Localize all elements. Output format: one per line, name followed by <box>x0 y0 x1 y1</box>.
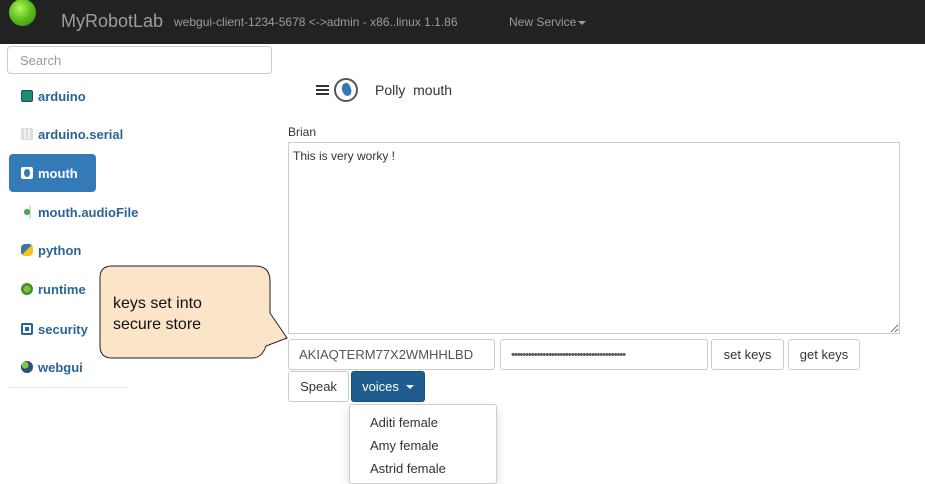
sidebar-item-arduino-serial[interactable]: arduino.serial <box>9 115 123 153</box>
webgui-icon <box>21 361 33 373</box>
voice-name-label: Brian <box>288 125 317 139</box>
polly-icon <box>21 167 33 179</box>
sidebar-item-label: webgui <box>38 359 83 375</box>
audio-icon <box>21 206 33 218</box>
sidebar-item-arduino[interactable]: arduino <box>9 77 86 115</box>
voices-label: voices <box>362 379 399 394</box>
caret-down-icon <box>578 20 587 25</box>
arduino-icon <box>21 90 33 102</box>
voice-option[interactable]: Amy female <box>370 438 439 453</box>
myrobotlab-logo-icon[interactable] <box>9 0 36 26</box>
sidebar-item-python[interactable]: python <box>9 231 81 269</box>
security-icon <box>21 323 33 335</box>
callout-text: keys set into secure store <box>113 293 202 335</box>
service-header: Polly mouth <box>316 78 452 102</box>
voice-option[interactable]: Astrid female <box>370 461 446 476</box>
secret-key-input[interactable] <box>500 339 708 370</box>
sidebar-divider <box>9 387 128 388</box>
caret-down-icon <box>405 384 414 389</box>
sidebar-item-label: runtime <box>38 281 86 297</box>
page-title: Polly mouth <box>375 82 453 98</box>
callout-line-1: keys set into <box>113 295 202 312</box>
sidebar-item-label: security <box>38 321 88 337</box>
voice-option[interactable]: Aditi female <box>370 415 438 430</box>
voices-dropdown-button[interactable]: voices <box>351 371 425 402</box>
set-keys-button[interactable]: set keys <box>711 339 784 370</box>
sidebar-item-label: arduino <box>38 88 86 104</box>
speech-textarea[interactable]: This is very worky ! <box>288 142 900 334</box>
sidebar-item-label: mouth <box>38 165 78 181</box>
sidebar-item-security[interactable]: security <box>9 310 88 348</box>
sidebar-item-label: python <box>38 242 82 258</box>
connection-info: webgui-client-1234-5678 <->admin - x86..… <box>174 15 458 29</box>
voices-dropdown-menu: Aditi female Amy female Astrid female <box>349 404 497 484</box>
callout-line-2: secure store <box>113 316 202 333</box>
sidebar-item-mouth-audiofile[interactable]: mouth.audioFile <box>9 193 138 231</box>
speak-button[interactable]: Speak <box>288 371 349 402</box>
new-service-label: New Service <box>509 15 577 29</box>
get-keys-button[interactable]: get keys <box>788 339 860 370</box>
polly-icon <box>334 78 358 102</box>
sidebar-item-webgui[interactable]: webgui <box>9 348 83 386</box>
list-icon[interactable] <box>316 84 329 96</box>
new-service-menu[interactable]: New Service <box>509 15 587 29</box>
sidebar-item-runtime[interactable]: runtime <box>9 270 86 308</box>
python-icon <box>21 244 33 256</box>
brand-title[interactable]: MyRobotLab <box>61 11 163 32</box>
sidebar-item-label: mouth.audioFile <box>38 204 139 220</box>
search-input[interactable] <box>7 46 272 74</box>
runtime-icon <box>21 283 33 295</box>
serial-icon <box>21 128 33 140</box>
sidebar-item-label: arduino.serial <box>38 126 124 142</box>
sidebar-item-mouth[interactable]: mouth <box>9 154 96 192</box>
top-navbar: MyRobotLab webgui-client-1234-5678 <->ad… <box>0 0 925 44</box>
access-key-input[interactable] <box>288 339 495 370</box>
